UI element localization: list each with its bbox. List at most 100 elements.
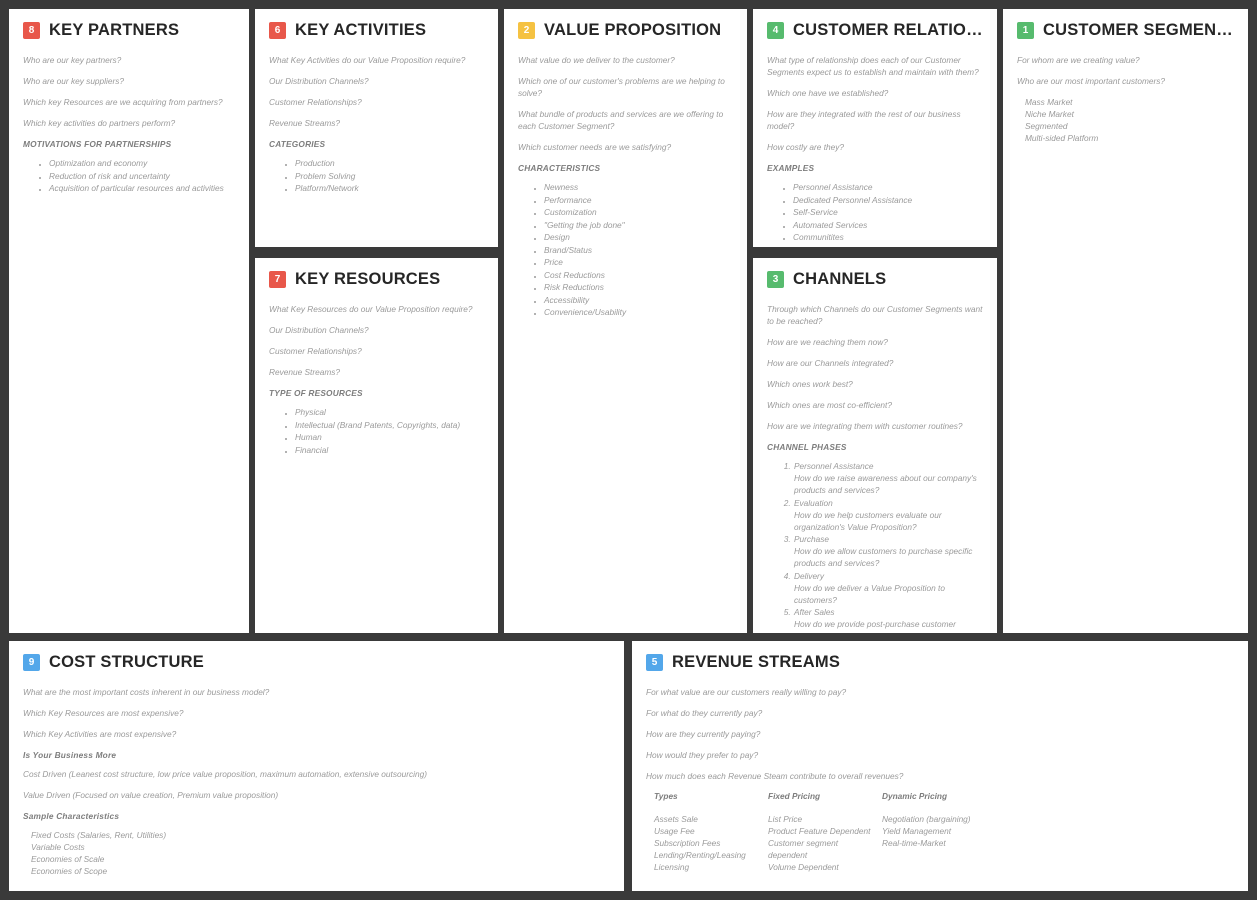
panel-header: 3 CHANNELS	[767, 270, 983, 289]
phase-name: Personnel Assistance	[794, 461, 874, 472]
page-title: CUSTOMER SEGMEN…	[1043, 21, 1233, 39]
page-title: REVENUE STREAMS	[672, 653, 841, 671]
question-text: Which Key Resources are most expensive?	[23, 708, 184, 719]
phase-description: How do we allow customers to purchase sp…	[794, 546, 973, 569]
page-title: KEY PARTNERS	[49, 21, 180, 39]
question-text: Customer Relationships?	[269, 346, 362, 357]
list-item: After Sales How do we provide post-purch…	[793, 606, 983, 633]
phase-description: How do we help customers evaluate our or…	[794, 509, 942, 532]
panel-customer-relationships[interactable]: 4 CUSTOMER RELATIO… What type of relatio…	[753, 9, 997, 247]
question-text: How are they integrated with the rest of…	[767, 109, 961, 132]
section-subheading: TYPE OF RESOURCES	[269, 388, 363, 399]
channel-phase-list: Personnel Assistance How do we raise awa…	[793, 460, 983, 633]
list-item: Evaluation How do we help customers eval…	[793, 497, 983, 533]
list-item: Delivery How do we deliver a Value Propo…	[793, 570, 983, 606]
panel-revenue-streams[interactable]: 5 REVENUE STREAMS For what value are our…	[632, 641, 1248, 891]
table-cell: Customer segment dependent	[768, 838, 839, 861]
question-text: Customer Relationships?	[269, 97, 362, 108]
table-cell: Negotiation (bargaining)	[882, 814, 971, 825]
list-item: Segmented	[1025, 121, 1068, 132]
list-item: Multi-sided Platform	[1025, 133, 1099, 144]
list-item: Design	[544, 231, 733, 243]
panel-header: 7 KEY RESOURCES	[269, 270, 484, 289]
page-title: KEY RESOURCES	[295, 270, 441, 288]
panel-number-badge: 3	[767, 271, 784, 288]
panel-header: 9 COST STRUCTURE	[23, 653, 610, 672]
panel-value-proposition[interactable]: 2 VALUE PROPOSITION What value do we del…	[504, 9, 747, 633]
list-item: Physical	[295, 406, 484, 418]
bullet-list: Newness Performance Customization "Getti…	[544, 181, 733, 318]
panel-key-resources[interactable]: 7 KEY RESOURCES What Key Resources do ou…	[255, 258, 498, 633]
list-item: Co-Creation	[793, 244, 983, 247]
phase-name: After Sales	[794, 607, 835, 618]
list-item: Dedicated Personnel Assistance	[793, 194, 983, 206]
panel-number-badge: 5	[646, 654, 663, 671]
phase-description: How do we raise awareness about our comp…	[794, 473, 977, 496]
list-item: Newness	[544, 181, 733, 193]
page-title: COST STRUCTURE	[49, 653, 204, 671]
question-text: Who are our most important customers?	[1017, 76, 1166, 87]
table-column-fixed-pricing: Fixed Pricing List Price Product Feature…	[768, 791, 882, 873]
list-item: Personnel Assistance How do we raise awa…	[793, 460, 983, 496]
panel-key-activities[interactable]: 6 KEY ACTIVITIES What Key Activities do …	[255, 9, 498, 247]
phase-name: Evaluation	[794, 497, 833, 508]
question-text: Revenue Streams?	[269, 367, 341, 378]
bullet-list: Optimization and economy Reduction of ri…	[49, 157, 235, 194]
question-text: Who are our key suppliers?	[23, 76, 124, 87]
list-item: Problem Solving	[295, 170, 484, 182]
question-text: How would they prefer to pay?	[646, 750, 759, 761]
panel-key-partners[interactable]: 8 KEY PARTNERS Who are our key partners?…	[9, 9, 249, 633]
table-cell: Yield Management	[882, 826, 952, 837]
panel-header: 5 REVENUE STREAMS	[646, 653, 1234, 672]
panel-header: 2 VALUE PROPOSITION	[518, 21, 733, 40]
segment-list: Mass Market Niche Market Segmented Multi…	[1025, 96, 1234, 144]
table-cell: Volume Dependent	[768, 862, 839, 873]
list-item: Performance	[544, 194, 733, 206]
section-subheading: MOTIVATIONS FOR PARTNERSHIPS	[23, 139, 172, 150]
phase-description: How do we provide post-purchase customer…	[794, 619, 956, 633]
panel-channels[interactable]: 3 CHANNELS Through which Channels do our…	[753, 258, 997, 633]
question-text: What bundle of products and services are…	[518, 109, 724, 132]
question-text: How are they currently paying?	[646, 729, 761, 740]
list-item: Optimization and economy	[49, 157, 235, 169]
question-text: For what value are our customers really …	[646, 687, 847, 697]
question-text: How are we integrating them with custome…	[767, 421, 963, 432]
list-item: Variable Costs	[31, 842, 85, 853]
panel-cost-structure[interactable]: 9 COST STRUCTURE What are the most impor…	[9, 641, 624, 891]
pricing-table: Types Assets Sale Usage Fee Subscription…	[654, 791, 1234, 873]
table-cell: Usage Fee	[654, 826, 695, 837]
panel-number-badge: 4	[767, 22, 784, 39]
list-item: Reduction of risk and uncertainty	[49, 170, 235, 182]
page-title: CUSTOMER RELATIO…	[793, 21, 983, 39]
panel-header: 1 CUSTOMER SEGMEN…	[1017, 21, 1234, 40]
table-column-types: Types Assets Sale Usage Fee Subscription…	[654, 791, 768, 873]
question-text: Which key Resources are we acquiring fro…	[23, 97, 223, 108]
bullet-list: Personnel Assistance Dedicated Personnel…	[793, 181, 983, 247]
question-text: How much does each Revenue Steam contrib…	[646, 771, 904, 782]
bullet-list: Production Problem Solving Platform/Netw…	[295, 157, 484, 194]
question-text: Who are our key partners?	[23, 55, 122, 65]
table-cell: Product Feature Dependent	[768, 826, 871, 837]
list-item: "Getting the job done"	[544, 219, 733, 231]
table-cell: List Price	[768, 814, 803, 825]
list-item: Acquisition of particular resources and …	[49, 182, 235, 194]
page-title: KEY ACTIVITIES	[295, 21, 427, 39]
panel-customer-segments[interactable]: 1 CUSTOMER SEGMEN… For whom are we creat…	[1003, 9, 1248, 633]
list-item: Personnel Assistance	[793, 181, 983, 193]
list-item: Brand/Status	[544, 244, 733, 256]
column-header: Dynamic Pricing	[882, 791, 948, 802]
panel-header: 8 KEY PARTNERS	[23, 21, 235, 40]
panel-header: 4 CUSTOMER RELATIO…	[767, 21, 983, 40]
table-cell: Licensing	[654, 862, 690, 873]
characteristics-list: Fixed Costs (Salaries, Rent, Utilities) …	[31, 829, 610, 877]
list-item: Economies of Scope	[31, 866, 108, 877]
table-cell: Assets Sale	[654, 814, 698, 825]
table-column-dynamic-pricing: Dynamic Pricing Negotiation (bargaining)…	[882, 791, 996, 873]
page-title: VALUE PROPOSITION	[544, 21, 722, 39]
table-cell: Lending/Renting/Leasing	[654, 850, 746, 861]
phase-name: Delivery	[794, 570, 824, 581]
list-item: Niche Market	[1025, 109, 1074, 120]
list-item: Customization	[544, 206, 733, 218]
sample-characteristics-heading: Sample Characteristics	[23, 811, 120, 822]
list-item: Purchase How do we allow customers to pu…	[793, 533, 983, 569]
